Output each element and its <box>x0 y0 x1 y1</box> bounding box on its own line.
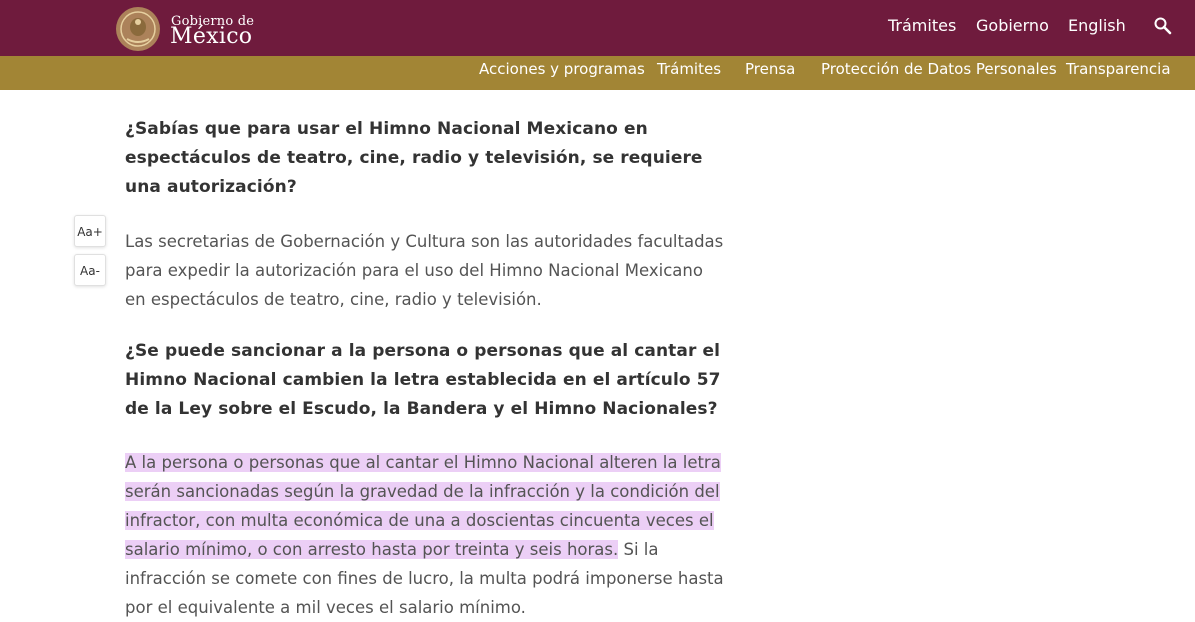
top-navbar: Gobierno de México Trámites Gobierno Eng… <box>0 0 1195 56</box>
secondary-navbar: Acciones y programas Trámites Prensa Pro… <box>0 56 1195 90</box>
nav-gobierno[interactable]: Gobierno <box>976 16 1049 35</box>
subnav-tramites[interactable]: Trámites <box>657 60 721 78</box>
faq-answer-2: A la persona o personas que al cantar el… <box>125 448 725 622</box>
faq-question-2: ¿Se puede sancionar a la persona o perso… <box>125 341 721 419</box>
increase-font-button[interactable]: Aa+ <box>74 215 106 247</box>
decrease-font-button[interactable]: Aa- <box>74 254 106 286</box>
subnav-prensa[interactable]: Prensa <box>745 60 795 78</box>
subnav-transparencia[interactable]: Transparencia <box>1066 60 1171 78</box>
faq-answer-1: Las secretarias de Gobernación y Cultura… <box>125 232 724 309</box>
search-icon[interactable] <box>1153 16 1173 36</box>
subnav-acciones-programas[interactable]: Acciones y programas <box>479 60 645 78</box>
subnav-proteccion-datos[interactable]: Protección de Datos Personales <box>821 60 1057 78</box>
faq-question-1: ¿Sabías que para usar el Himno Nacional … <box>125 119 703 197</box>
top-nav: Trámites Gobierno English <box>0 0 1195 56</box>
nav-english[interactable]: English <box>1068 16 1126 35</box>
nav-tramites[interactable]: Trámites <box>888 16 956 35</box>
faq-content: ¿Sabías que para usar el Himno Nacional … <box>125 115 725 622</box>
